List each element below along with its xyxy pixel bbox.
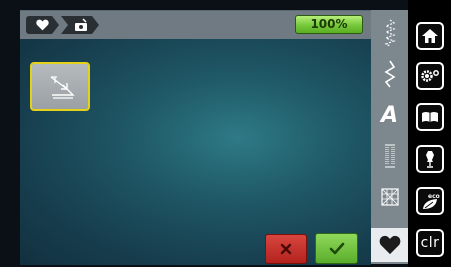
top-bar: 100% bbox=[20, 11, 371, 39]
heart-icon bbox=[36, 19, 49, 31]
decorative-stitch-icon bbox=[383, 60, 396, 88]
home-icon bbox=[422, 29, 438, 43]
book-icon bbox=[422, 112, 438, 122]
main-panel: 100% bbox=[20, 10, 371, 265]
breadcrumb bbox=[26, 16, 101, 34]
check-icon bbox=[329, 242, 344, 254]
settings-gear-icon bbox=[421, 70, 439, 82]
breadcrumb-personal-memory[interactable] bbox=[26, 16, 59, 34]
mode-personal-memory[interactable] bbox=[371, 228, 408, 262]
mode-practical-stitches[interactable] bbox=[371, 16, 408, 50]
mode-quilt-stitches[interactable] bbox=[371, 180, 408, 214]
dressform-icon bbox=[426, 151, 434, 168]
eco-label: eco bbox=[428, 193, 440, 200]
eco-button[interactable]: eco bbox=[416, 187, 444, 215]
camera-icon bbox=[74, 18, 88, 32]
mode-decorative-stitches[interactable] bbox=[371, 57, 408, 91]
consultant-button[interactable] bbox=[416, 145, 444, 173]
buttonhole-icon bbox=[384, 144, 395, 168]
mode-alphabets[interactable]: A bbox=[371, 98, 408, 132]
heart-icon bbox=[379, 235, 400, 255]
clear-button[interactable]: clr bbox=[416, 229, 444, 257]
setup-button[interactable] bbox=[416, 62, 444, 90]
clr-label: clr bbox=[420, 235, 440, 251]
screen: 100% A eco clr bbox=[0, 0, 451, 267]
breadcrumb-folder[interactable] bbox=[61, 16, 99, 34]
stitch-mode-column: A bbox=[371, 10, 408, 264]
mode-buttonholes[interactable] bbox=[371, 139, 408, 173]
tutorial-button[interactable] bbox=[416, 103, 444, 131]
alphabet-icon: A bbox=[380, 102, 399, 128]
confirm-button[interactable] bbox=[315, 233, 358, 264]
battery-status: 100% bbox=[295, 15, 363, 34]
cancel-button[interactable] bbox=[265, 234, 307, 264]
home-button[interactable] bbox=[416, 22, 444, 50]
resize-arrow-icon bbox=[50, 76, 75, 99]
practical-stitch-icon bbox=[383, 19, 396, 47]
close-icon bbox=[280, 243, 292, 255]
system-bar: eco clr bbox=[408, 0, 451, 267]
quilt-stitch-icon bbox=[380, 188, 399, 206]
resize-tile[interactable] bbox=[30, 62, 90, 111]
